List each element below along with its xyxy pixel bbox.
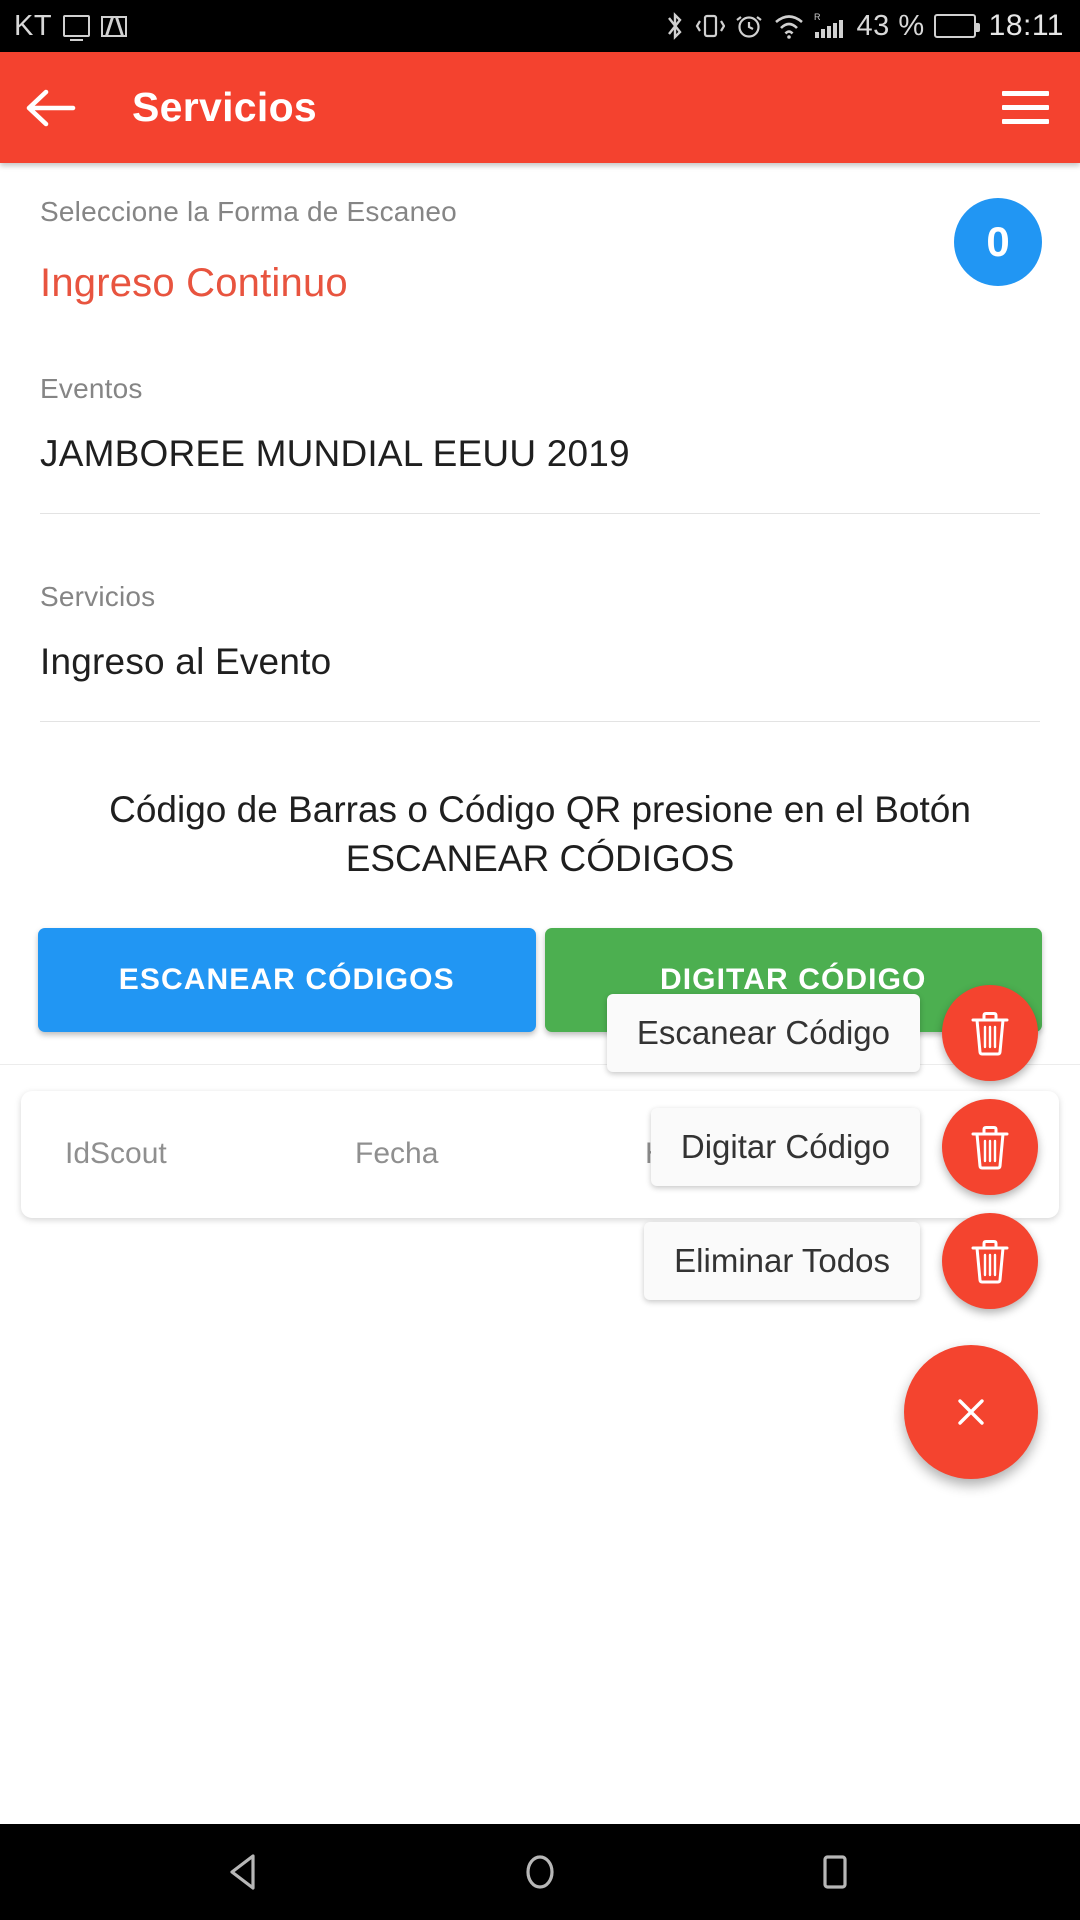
status-bar: KT R 43 % 18:11 (0, 0, 1080, 52)
event-field[interactable]: Eventos JAMBOREE MUNDIAL EEUU 2019 (0, 373, 1080, 514)
fab-item-scan-code[interactable]: Escanear Código (606, 985, 1038, 1081)
instruction-text: Código de Barras o Código QR presione en… (109, 789, 971, 879)
fab-label-scan-code[interactable]: Escanear Código (606, 994, 920, 1072)
hamburger-menu-button[interactable] (970, 52, 1080, 163)
fab-button-scan-code[interactable] (942, 985, 1038, 1081)
nav-back-triangle-icon (230, 1854, 255, 1890)
nav-back-button[interactable] (190, 1824, 300, 1920)
trash-icon (971, 1240, 1009, 1284)
service-value: Ingreso al Evento (40, 641, 332, 682)
fab-label-delete-all[interactable]: Eliminar Todos (644, 1222, 920, 1300)
page-title: Servicios (132, 84, 318, 130)
fab-label-enter-code[interactable]: Digitar Código (650, 1108, 920, 1186)
back-button[interactable] (0, 52, 100, 163)
scan-count-badge: 0 (954, 198, 1042, 286)
trash-icon (971, 1012, 1009, 1056)
system-navigation-bar (0, 1824, 1080, 1920)
fab-item-enter-code[interactable]: Digitar Código (650, 1099, 1038, 1195)
status-bar-left: KT (14, 9, 128, 42)
fab-close-button[interactable] (904, 1345, 1038, 1479)
app-bar: Servicios (0, 52, 1080, 163)
bluetooth-icon (667, 12, 682, 40)
fab-button-enter-code[interactable] (942, 1099, 1038, 1195)
battery-percent-label: 43 % (856, 9, 925, 42)
nav-recents-button[interactable] (780, 1824, 890, 1920)
trash-icon (971, 1126, 1009, 1170)
nav-home-button[interactable] (485, 1824, 595, 1920)
service-divider (40, 721, 1040, 722)
carrier-label: KT (14, 9, 53, 42)
gmail-icon (101, 15, 128, 37)
scan-mode-field[interactable]: Seleccione la Forma de Escaneo Ingreso C… (0, 163, 1080, 306)
service-label: Servicios (40, 581, 156, 612)
nav-recents-square-icon (823, 1855, 847, 1889)
event-label: Eventos (40, 373, 143, 404)
scan-mode-value: Ingreso Continuo (40, 261, 348, 305)
fab-item-delete-all[interactable]: Eliminar Todos (644, 1213, 1038, 1309)
event-value: JAMBOREE MUNDIAL EEUU 2019 (40, 433, 630, 474)
clock-label: 18:11 (988, 9, 1064, 42)
signal-icon: R (814, 12, 843, 38)
svg-text:R: R (814, 12, 821, 22)
monitor-icon (63, 15, 91, 41)
service-field[interactable]: Servicios Ingreso al Evento (0, 581, 1080, 722)
close-icon (958, 1399, 984, 1425)
hamburger-menu-icon-bar (1001, 119, 1049, 124)
hamburger-menu-icon-bar (1001, 105, 1049, 110)
status-bar-right: R 43 % 18:11 (664, 10, 1064, 42)
fab-button-delete-all[interactable] (942, 1213, 1038, 1309)
battery-icon (933, 14, 980, 38)
event-divider (40, 513, 1040, 514)
wifi-icon (774, 15, 803, 39)
fab-speed-dial-menu: Escanear Código Digitar Código Eliminar … (0, 985, 1080, 1505)
hamburger-menu-icon (1001, 91, 1049, 96)
nav-home-circle-icon (526, 1855, 554, 1889)
alarm-icon (735, 16, 762, 38)
phone-screen: KT R 43 % 18:11 Servicios Seleccione la … (0, 0, 1080, 1920)
scan-mode-label: Seleccione la Forma de Escaneo (40, 196, 457, 227)
back-arrow-icon (26, 89, 76, 126)
vibrate-icon (695, 14, 725, 38)
